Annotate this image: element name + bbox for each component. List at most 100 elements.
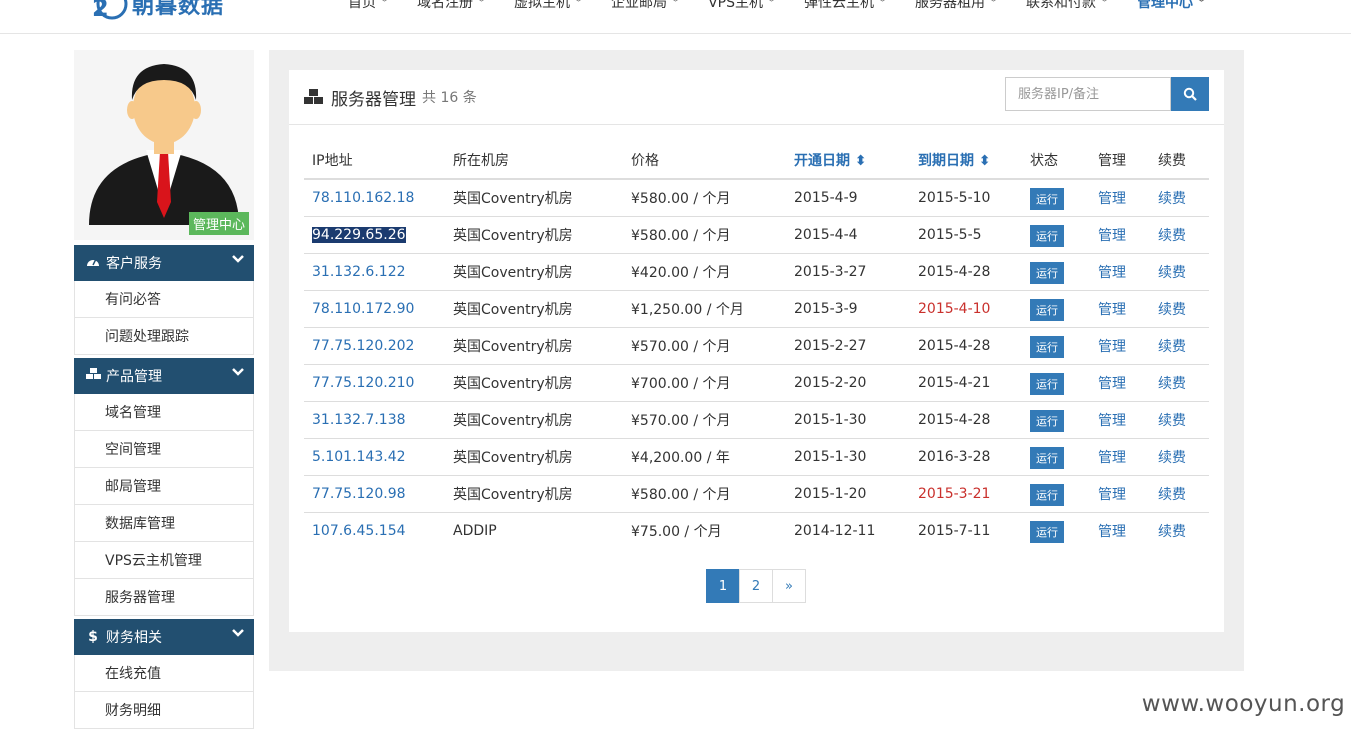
renew-link[interactable]: 续费	[1150, 327, 1209, 364]
nav-item-home[interactable]: 首页﹀	[348, 0, 389, 12]
start-date-cell: 2014-12-11	[786, 512, 910, 549]
nav-item-manage[interactable]: 管理中心﹀	[1137, 0, 1206, 12]
start-date-cell: 2015-4-4	[786, 216, 910, 253]
chevron-down-icon: ﹀	[477, 0, 486, 9]
table-row: 77.75.120.98 英国Coventry机房 ¥580.00 / 个月 2…	[304, 475, 1209, 512]
end-date-cell: 2015-4-28	[910, 327, 1022, 364]
nav-item-domain[interactable]: 域名注册﹀	[417, 0, 486, 12]
chevron-down-icon: ﹀	[574, 0, 583, 9]
sidebar-item-database[interactable]: 数据库管理	[74, 505, 254, 542]
room-cell: 英国Coventry机房	[445, 179, 623, 216]
renew-link[interactable]: 续费	[1150, 438, 1209, 475]
sidebar-item-faq[interactable]: 有问必答	[74, 281, 254, 318]
sort-icon: ⬍	[979, 153, 991, 169]
sidebar-item-mail[interactable]: 邮局管理	[74, 468, 254, 505]
manage-link[interactable]: 管理	[1090, 253, 1150, 290]
col-ip: IP地址	[304, 142, 445, 179]
renew-link[interactable]: 续费	[1150, 290, 1209, 327]
sidebar-item-hosting[interactable]: 空间管理	[74, 431, 254, 468]
price-cell: ¥420.00 / 个月	[623, 253, 786, 290]
end-date-cell: 2015-5-5	[910, 216, 1022, 253]
table-row: 94.229.65.26 英国Coventry机房 ¥580.00 / 个月 2…	[304, 216, 1209, 253]
renew-link[interactable]: 续费	[1150, 401, 1209, 438]
sidebar: 管理中心 客户服务 有问必答 问题处理跟踪 产品管理 域名管理 空间管理 邮局管…	[74, 50, 254, 729]
status-cell: 运行	[1022, 512, 1090, 549]
ip-link[interactable]: 94.229.65.26	[304, 216, 445, 253]
chevron-down-icon	[232, 253, 244, 267]
renew-link[interactable]: 续费	[1150, 179, 1209, 216]
room-cell: 英国Coventry机房	[445, 401, 623, 438]
nav-item-server[interactable]: 服务器租用﹀	[915, 0, 998, 12]
management-badge[interactable]: 管理中心	[189, 212, 249, 235]
manage-link[interactable]: 管理	[1090, 179, 1150, 216]
col-end-date[interactable]: 到期日期 ⬍	[910, 142, 1022, 179]
manage-link[interactable]: 管理	[1090, 401, 1150, 438]
ip-link[interactable]: 77.75.120.202	[304, 327, 445, 364]
manage-link[interactable]: 管理	[1090, 364, 1150, 401]
sidebar-item-servers[interactable]: 服务器管理	[74, 579, 254, 616]
search-input[interactable]	[1005, 77, 1171, 111]
search-button[interactable]	[1171, 77, 1209, 111]
renew-link[interactable]: 续费	[1150, 475, 1209, 512]
sidebar-head-finance[interactable]: $ 财务相关	[74, 619, 254, 655]
page-next[interactable]: »	[772, 569, 806, 603]
status-badge: 运行	[1030, 336, 1064, 358]
status-badge: 运行	[1030, 188, 1064, 210]
logo-icon: 2	[88, 0, 130, 22]
price-cell: ¥580.00 / 个月	[623, 475, 786, 512]
page-1[interactable]: 1	[706, 569, 740, 603]
manage-link[interactable]: 管理	[1090, 512, 1150, 549]
status-badge: 运行	[1030, 225, 1064, 247]
start-date-cell: 2015-4-9	[786, 179, 910, 216]
start-date-cell: 2015-2-27	[786, 327, 910, 364]
search-bar	[1005, 77, 1209, 111]
ip-link[interactable]: 31.132.6.122	[304, 253, 445, 290]
renew-link[interactable]: 续费	[1150, 512, 1209, 549]
table-row: 77.75.120.202 英国Coventry机房 ¥570.00 / 个月 …	[304, 327, 1209, 364]
col-renew: 续费	[1150, 142, 1209, 179]
nav-item-contact[interactable]: 联系和付款﹀	[1026, 0, 1109, 12]
manage-link[interactable]: 管理	[1090, 438, 1150, 475]
logo[interactable]: 2 朝暮数据	[88, 0, 224, 22]
page-2[interactable]: 2	[739, 569, 773, 603]
sidebar-item-recharge[interactable]: 在线充值	[74, 655, 254, 692]
renew-link[interactable]: 续费	[1150, 216, 1209, 253]
status-cell: 运行	[1022, 475, 1090, 512]
status-cell: 运行	[1022, 179, 1090, 216]
status-cell: 运行	[1022, 253, 1090, 290]
sidebar-head-products[interactable]: 产品管理	[74, 358, 254, 394]
col-start-date[interactable]: 开通日期 ⬍	[786, 142, 910, 179]
manage-link[interactable]: 管理	[1090, 290, 1150, 327]
ip-link[interactable]: 78.110.162.18	[304, 179, 445, 216]
nav-item-cloud[interactable]: 弹性云主机﹀	[804, 0, 887, 12]
ip-link[interactable]: 5.101.143.42	[304, 438, 445, 475]
sort-icon: ⬍	[855, 153, 867, 169]
price-cell: ¥1,250.00 / 个月	[623, 290, 786, 327]
sidebar-head-customer[interactable]: 客户服务	[74, 245, 254, 281]
manage-link[interactable]: 管理	[1090, 327, 1150, 364]
ip-link[interactable]: 77.75.120.98	[304, 475, 445, 512]
table-row: 5.101.143.42 英国Coventry机房 ¥4,200.00 / 年 …	[304, 438, 1209, 475]
chevron-down-icon: ﹀	[878, 0, 887, 9]
ip-link[interactable]: 77.75.120.210	[304, 364, 445, 401]
sidebar-item-finance-detail[interactable]: 财务明细	[74, 692, 254, 729]
top-navbar: 2 朝暮数据 首页﹀ 域名注册﹀ 虚拟主机﹀ 企业邮局﹀ VPS主机﹀ 弹性云主…	[0, 0, 1351, 34]
nav-item-mail[interactable]: 企业邮局﹀	[611, 0, 680, 12]
price-cell: ¥700.00 / 个月	[623, 364, 786, 401]
room-cell: 英国Coventry机房	[445, 216, 623, 253]
sidebar-item-domains[interactable]: 域名管理	[74, 394, 254, 431]
manage-link[interactable]: 管理	[1090, 475, 1150, 512]
ip-link[interactable]: 31.132.7.138	[304, 401, 445, 438]
ip-link[interactable]: 78.110.172.90	[304, 290, 445, 327]
sidebar-item-vps[interactable]: VPS云主机管理	[74, 542, 254, 579]
ip-link[interactable]: 107.6.45.154	[304, 512, 445, 549]
sidebar-item-ticket-tracking[interactable]: 问题处理跟踪	[74, 318, 254, 355]
chevron-down-icon: ﹀	[767, 0, 776, 9]
price-cell: ¥580.00 / 个月	[623, 216, 786, 253]
renew-link[interactable]: 续费	[1150, 253, 1209, 290]
nav-item-vps[interactable]: VPS主机﹀	[708, 0, 776, 12]
nav-item-hosting[interactable]: 虚拟主机﹀	[514, 0, 583, 12]
start-date-cell: 2015-1-20	[786, 475, 910, 512]
renew-link[interactable]: 续费	[1150, 364, 1209, 401]
manage-link[interactable]: 管理	[1090, 216, 1150, 253]
